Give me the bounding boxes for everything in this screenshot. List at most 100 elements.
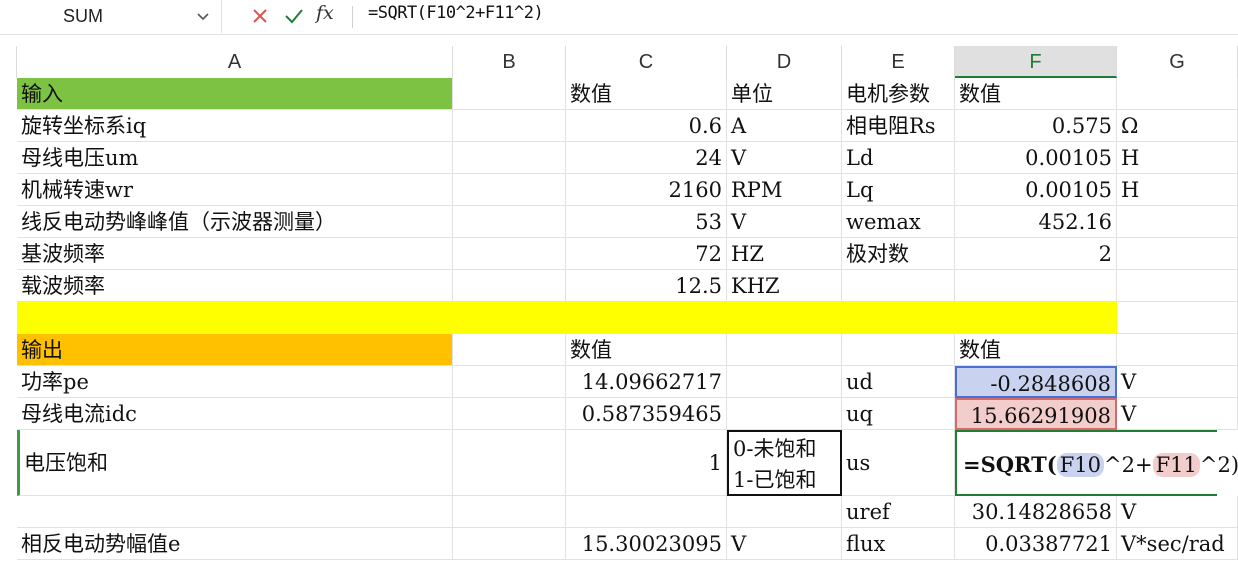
cell-b10[interactable] [453,366,566,398]
cell-b9[interactable] [453,334,566,366]
cell-f7[interactable] [955,270,1117,302]
cell-c1[interactable]: 数值 [566,78,727,110]
cell-f11-referenced[interactable]: 15.66291908 [955,398,1117,430]
highlight-row-yellow[interactable] [17,302,1117,334]
cell-c5[interactable]: 53 [566,206,727,238]
cell-e9[interactable] [842,334,955,366]
cell-g7[interactable] [1117,270,1238,302]
cell-d4[interactable]: RPM [727,174,842,206]
cancel-formula-icon[interactable] [250,6,270,26]
cell-f13[interactable]: 30.14828658 [955,496,1117,528]
cell-a7[interactable]: 载波频率 [17,270,453,302]
cell-e12[interactable]: us [842,430,955,496]
cell-e11[interactable]: uq [842,398,955,430]
chevron-down-icon[interactable] [195,8,211,24]
cell-c3[interactable]: 24 [566,142,727,174]
cell-b4[interactable] [453,174,566,206]
cell-f9[interactable]: 数值 [955,334,1117,366]
column-header-e[interactable]: E [842,46,955,78]
cell-a12[interactable]: 电压饱和 [17,430,453,496]
cell-c2[interactable]: 0.6 [566,110,727,142]
cell-b7[interactable] [453,270,566,302]
cell-b11[interactable] [453,398,566,430]
cell-g9[interactable] [1117,334,1238,366]
cell-g10[interactable]: V [1117,366,1238,398]
cell-d2[interactable]: A [727,110,842,142]
cell-b14[interactable] [453,528,566,560]
cell-f5[interactable]: 452.16 [955,206,1117,238]
cell-g11[interactable]: V [1117,398,1238,430]
cell-b13[interactable] [453,496,566,528]
cell-e2[interactable]: 相电阻Rs [842,110,955,142]
cell-d12[interactable]: 0-未饱和 1-已饱和 [727,430,842,496]
cell-b12[interactable] [453,430,566,496]
cell-e6[interactable]: 极对数 [842,238,955,270]
column-header-b[interactable]: B [453,46,566,78]
cell-a2[interactable]: 旋转坐标系iq [17,110,453,142]
cell-d11[interactable] [727,398,842,430]
cell-c14[interactable]: 15.30023095 [566,528,727,560]
confirm-formula-icon[interactable] [283,6,305,26]
cell-a6[interactable]: 基波频率 [17,238,453,270]
column-header-f[interactable]: F [955,46,1117,78]
cell-c7[interactable]: 12.5 [566,270,727,302]
cell-g14[interactable]: V*sec/rad [1117,528,1238,560]
cell-b6[interactable] [453,238,566,270]
cell-e7[interactable] [842,270,955,302]
cell-f1[interactable]: 数值 [955,78,1117,110]
cell-b2[interactable] [453,110,566,142]
cell-c10[interactable]: 14.09662717 [566,366,727,398]
cell-a13[interactable] [17,496,453,528]
select-all-corner[interactable] [0,46,17,78]
cell-d3[interactable]: V [727,142,842,174]
cell-a14[interactable]: 相反电动势幅值e [17,528,453,560]
cell-d14[interactable]: V [727,528,842,560]
cell-a9[interactable]: 输出 [17,334,453,366]
name-box[interactable]: SUM [0,0,222,33]
cell-d1[interactable]: 单位 [727,78,842,110]
cell-f10-referenced[interactable]: -0.2848608 [955,366,1117,398]
cell-d9[interactable] [727,334,842,366]
cell-e4[interactable]: Lq [842,174,955,206]
cell-b5[interactable] [453,206,566,238]
cell-a10[interactable]: 功率pe [17,366,453,398]
cell-a4[interactable]: 机械转速wr [17,174,453,206]
cell-e14[interactable]: flux [842,528,955,560]
cell-g3[interactable]: H [1117,142,1238,174]
cell-b1[interactable] [453,78,566,110]
cell-g1[interactable] [1117,78,1238,110]
cell-g6[interactable] [1117,238,1238,270]
cell-c11[interactable]: 0.587359465 [566,398,727,430]
cell-a11[interactable]: 母线电流idc [17,398,453,430]
cell-c4[interactable]: 2160 [566,174,727,206]
cell-a5[interactable]: 线反电动势峰峰值（示波器测量） [17,206,453,238]
cell-f2[interactable]: 0.575 [955,110,1117,142]
cell-g8[interactable] [1117,302,1238,334]
cell-f14[interactable]: 0.03387721 [955,528,1117,560]
cell-f6[interactable]: 2 [955,238,1117,270]
formula-input[interactable]: =SQRT(F10^2+F11^2) [368,3,544,23]
cell-e5[interactable]: wemax [842,206,955,238]
cell-f4[interactable]: 0.00105 [955,174,1117,206]
cell-e13[interactable]: uref [842,496,955,528]
cell-d10[interactable] [727,366,842,398]
cell-e1[interactable]: 电机参数 [842,78,955,110]
cell-c13[interactable] [566,496,727,528]
column-header-c[interactable]: C [566,46,727,78]
cell-g2[interactable]: Ω [1117,110,1238,142]
cell-d5[interactable]: V [727,206,842,238]
cell-f3[interactable]: 0.00105 [955,142,1117,174]
column-header-g[interactable]: G [1117,46,1238,78]
cell-b3[interactable] [453,142,566,174]
cell-d7[interactable]: KHZ [727,270,842,302]
cell-a1[interactable]: 输入 [17,78,453,110]
cell-d13[interactable] [727,496,842,528]
insert-function-icon[interactable]: fx [316,2,334,24]
cell-g4[interactable]: H [1117,174,1238,206]
cell-e3[interactable]: Ld [842,142,955,174]
cell-e10[interactable]: ud [842,366,955,398]
cell-c6[interactable]: 72 [566,238,727,270]
cell-a3[interactable]: 母线电压um [17,142,453,174]
cell-d6[interactable]: HZ [727,238,842,270]
active-cell-f12-editor[interactable]: =SQRT(F10 ^2+ F11 ^2) [955,430,1238,496]
